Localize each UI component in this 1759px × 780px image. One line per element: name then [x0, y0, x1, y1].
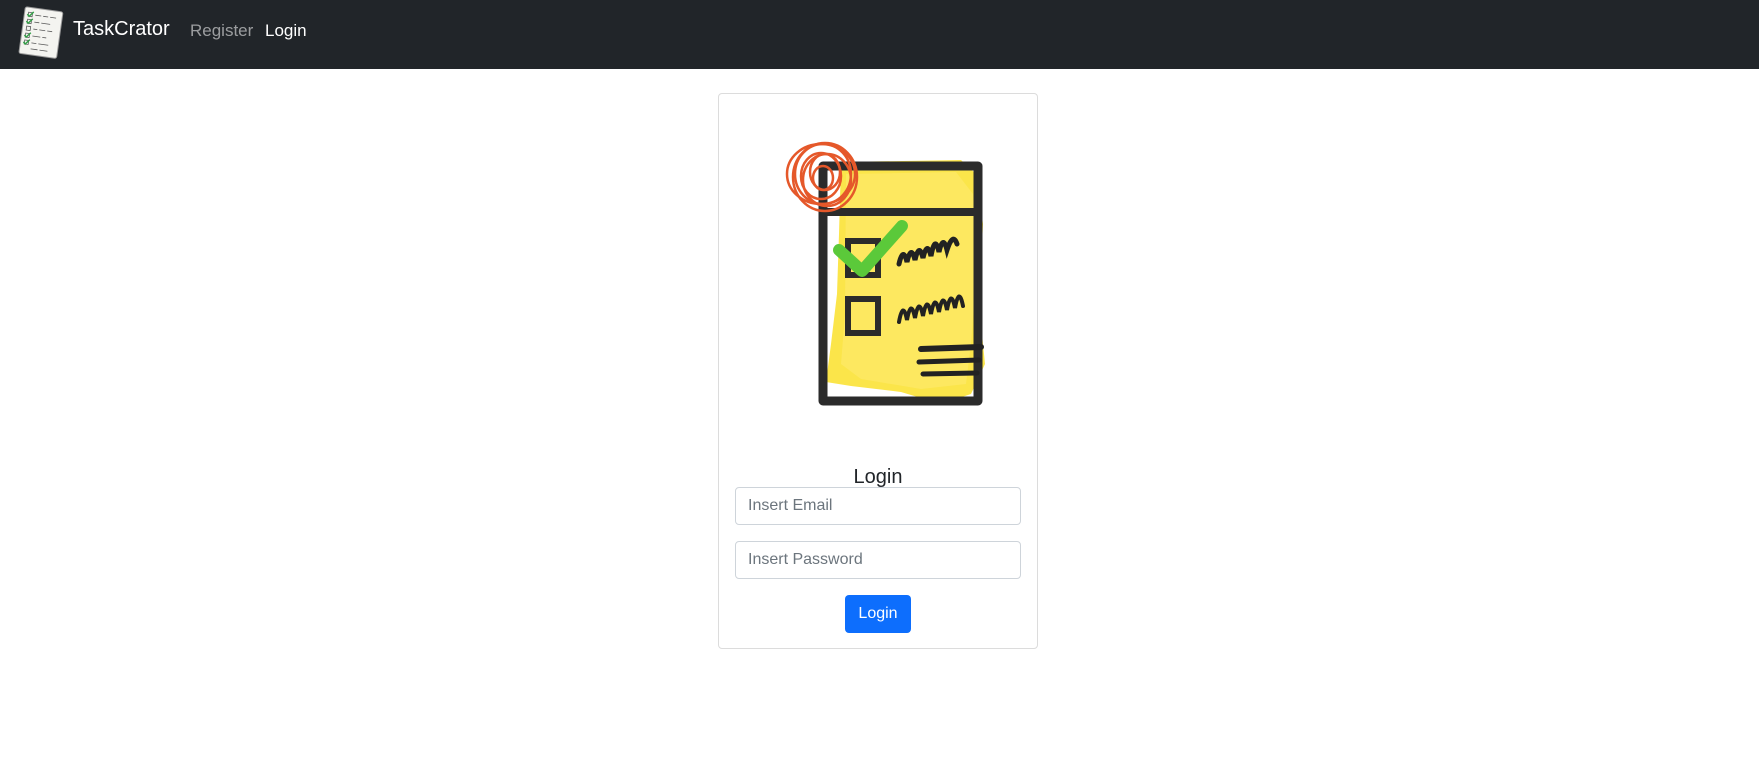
brand-link[interactable]: TaskCrator [14, 4, 170, 60]
login-title: Login [853, 465, 903, 488]
nav-link-register[interactable]: Register [190, 20, 253, 42]
login-card: Login Login [718, 93, 1038, 649]
password-input[interactable] [735, 541, 1021, 579]
top-navbar: TaskCrator Register Login [0, 0, 1759, 69]
checklist-notepad-icon [18, 5, 64, 59]
brand-name: TaskCrator [73, 18, 170, 40]
nav-link-login[interactable]: Login [265, 20, 307, 42]
login-button[interactable]: Login [845, 595, 911, 633]
email-input[interactable] [735, 487, 1021, 525]
checklist-illustration [785, 141, 985, 406]
